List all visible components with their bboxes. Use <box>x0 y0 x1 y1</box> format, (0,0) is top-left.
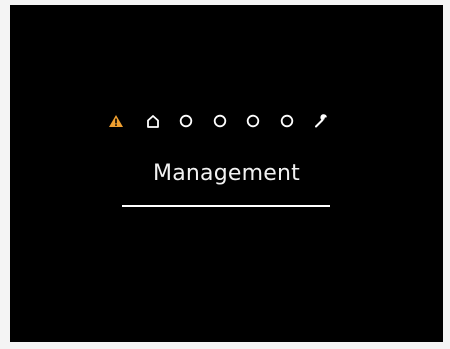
wrench-icon[interactable] <box>313 113 329 129</box>
circle-icon[interactable] <box>212 113 228 129</box>
circle-icon[interactable] <box>178 113 194 129</box>
home-icon[interactable] <box>145 113 161 129</box>
device-screen: Management <box>10 5 443 342</box>
title-underline <box>122 205 330 207</box>
circle-icon[interactable] <box>245 113 261 129</box>
page-title: Management <box>153 161 300 186</box>
warning-icon[interactable] <box>108 113 124 129</box>
circle-icon[interactable] <box>279 113 295 129</box>
page-indicator-row <box>106 113 329 131</box>
